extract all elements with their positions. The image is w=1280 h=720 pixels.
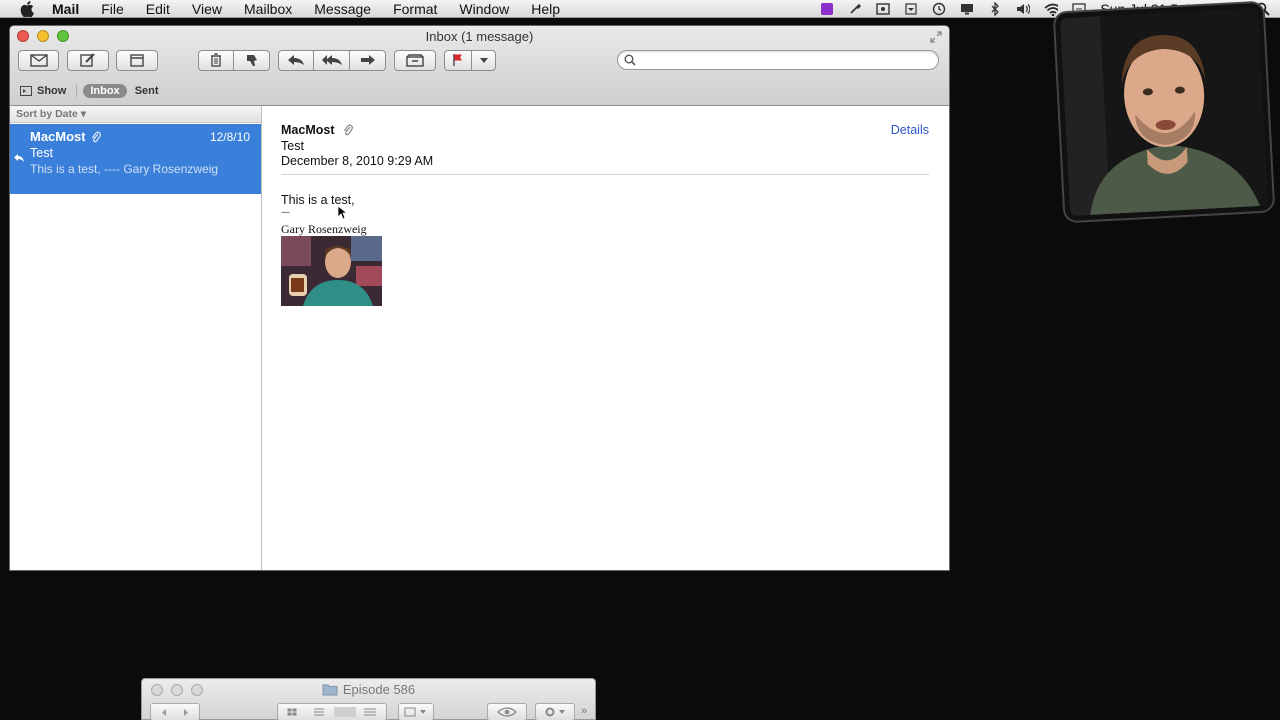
quick-look-button[interactable] xyxy=(487,703,527,720)
header-divider xyxy=(281,174,929,175)
bluetooth-icon[interactable] xyxy=(988,2,1002,16)
menu-view[interactable]: View xyxy=(192,1,222,17)
attachment-icon[interactable] xyxy=(342,124,354,136)
reply-icon xyxy=(288,55,304,65)
show-label: Show xyxy=(37,85,67,97)
trash-icon xyxy=(211,53,221,67)
chevron-down-icon xyxy=(479,57,488,63)
flag-button[interactable] xyxy=(444,49,472,71)
menu-file[interactable]: File xyxy=(101,1,124,17)
folder-icon xyxy=(322,684,338,696)
menu-mailbox[interactable]: Mailbox xyxy=(244,1,292,17)
finder-window: Episode 586 » xyxy=(141,678,596,720)
header-from: MacMost xyxy=(281,123,354,137)
window-layout-icon xyxy=(130,53,144,67)
display-icon[interactable] xyxy=(960,2,974,16)
finder-title-text: Episode 586 xyxy=(342,682,416,697)
reply-all-button[interactable] xyxy=(314,49,350,71)
delete-junk-group xyxy=(198,49,270,71)
signature-separator: ---- xyxy=(281,207,290,217)
favorite-inbox[interactable]: Inbox xyxy=(83,84,127,98)
toolbar xyxy=(18,49,496,71)
get-mail-button[interactable] xyxy=(18,49,59,71)
details-link[interactable]: Details xyxy=(891,123,929,137)
signature-photo xyxy=(281,236,382,306)
message-date: 12/8/10 xyxy=(209,130,250,144)
eye-icon xyxy=(497,707,517,717)
finder-view-buttons[interactable] xyxy=(277,703,387,720)
menu-help[interactable]: Help xyxy=(531,1,560,17)
message-list: Sort by Date ▾ MacMost 12/8/10 Test This… xyxy=(10,106,262,570)
finder-arrange-button[interactable] xyxy=(398,703,434,720)
back-forward-icon xyxy=(162,708,188,716)
finder-toolbar: » xyxy=(150,703,587,720)
favorites-bar: Show Inbox Sent xyxy=(20,83,159,99)
message-preview: This is a test, ---- Gary Rosenzweig xyxy=(30,162,219,176)
message-sender: MacMost xyxy=(30,129,101,144)
gear-icon xyxy=(545,707,565,717)
search-input[interactable] xyxy=(640,53,938,67)
thumbs-down-icon xyxy=(246,55,257,66)
sort-by-menu[interactable]: Sort by Date ▾ xyxy=(10,106,261,123)
message-subject: Test xyxy=(30,146,53,160)
apple-menu-icon[interactable] xyxy=(18,0,36,18)
archive-button[interactable] xyxy=(394,49,436,71)
delete-button[interactable] xyxy=(198,49,234,71)
favorites-divider xyxy=(76,85,78,97)
envelope-icon xyxy=(29,53,48,67)
webcam-overlay xyxy=(1054,2,1274,222)
reply-button[interactable] xyxy=(278,49,314,71)
screen-capture-icon[interactable] xyxy=(876,2,891,16)
dropdown-menu-icon[interactable] xyxy=(904,2,918,16)
junk-button[interactable] xyxy=(234,49,270,71)
attachment-icon xyxy=(91,131,101,142)
compose-icon xyxy=(80,53,95,67)
volume-icon[interactable] xyxy=(1016,2,1031,16)
sidebar-toggle-icon xyxy=(20,86,32,96)
search-icon xyxy=(624,54,636,66)
hide-mailbox-list-button[interactable] xyxy=(116,49,158,71)
red-flag-icon xyxy=(453,54,462,66)
flag-group xyxy=(444,49,496,71)
signature-name: Gary Rosenzweig xyxy=(281,222,367,236)
menu-edit[interactable]: Edit xyxy=(146,1,170,17)
finder-back-forward[interactable] xyxy=(150,703,200,720)
message-viewer: MacMost Test December 8, 2010 9:29 AM De… xyxy=(262,106,949,570)
reply-all-icon xyxy=(321,55,342,65)
flag-menu-button[interactable] xyxy=(472,49,496,71)
reply-forward-group xyxy=(278,49,386,71)
message-row-selected[interactable]: MacMost 12/8/10 Test This is a test, ---… xyxy=(10,124,261,194)
menu-app-mail[interactable]: Mail xyxy=(52,1,79,17)
wifi-icon[interactable] xyxy=(1044,2,1059,16)
menu-window[interactable]: Window xyxy=(459,1,509,17)
forward-icon xyxy=(360,55,375,65)
header-date: December 8, 2010 9:29 AM xyxy=(281,154,434,168)
time-machine-icon[interactable] xyxy=(932,2,946,16)
favorite-sent[interactable]: Sent xyxy=(135,85,159,97)
mouse-cursor-icon xyxy=(337,205,349,223)
mail-window: Inbox (1 message) Show Inbox Sent Sort b… xyxy=(10,26,949,570)
mail-content: Sort by Date ▾ MacMost 12/8/10 Test This… xyxy=(10,106,949,570)
action-menu-button[interactable] xyxy=(535,703,575,720)
window-titlebar: Inbox (1 message) Show Inbox Sent xyxy=(10,26,949,106)
finder-title: Episode 586 xyxy=(142,682,595,697)
header-from-text: MacMost xyxy=(281,123,335,137)
search-field[interactable] xyxy=(617,50,939,70)
forward-button[interactable] xyxy=(350,49,386,71)
replied-icon xyxy=(14,151,24,166)
arrange-icon xyxy=(404,707,426,717)
compose-button[interactable] xyxy=(67,49,109,71)
view-mode-icon xyxy=(287,707,376,717)
menu-message[interactable]: Message xyxy=(314,1,371,17)
menu-format[interactable]: Format xyxy=(393,1,437,17)
show-mailboxes-button[interactable]: Show xyxy=(20,85,66,97)
toolbar-overflow-icon[interactable]: » xyxy=(581,705,587,717)
fullscreen-icon[interactable] xyxy=(929,30,943,44)
message-sender-text: MacMost xyxy=(30,129,86,144)
app-status-icon[interactable] xyxy=(820,2,834,16)
tools-icon[interactable] xyxy=(848,2,862,16)
archive-box-icon xyxy=(406,53,424,67)
header-subject: Test xyxy=(281,139,304,153)
window-title: Inbox (1 message) xyxy=(425,29,534,44)
